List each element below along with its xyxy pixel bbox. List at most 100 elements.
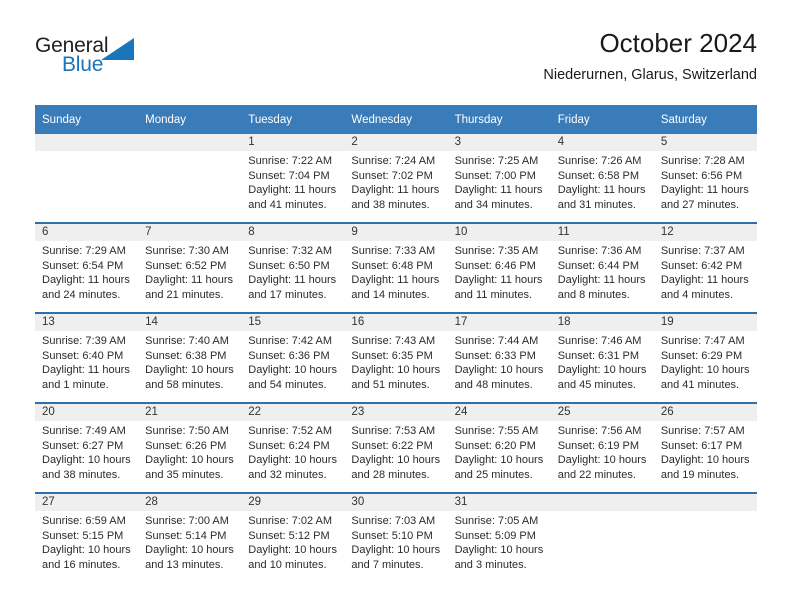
day-cell-inner: 13 Sunrise: 7:39 AM Sunset: 6:40 PM Dayligh… [35,314,139,402]
sunset-text: Sunset: 6:58 PM [557,169,640,182]
sunset-text: Sunset: 5:15 PM [42,529,124,542]
day-number: 8 [241,224,345,241]
daylight-text-line1: Daylight: 10 hours [248,364,337,377]
day-number: 24 [447,404,551,421]
day-cell-inner: 4 Sunrise: 7:26 AM Sunset: 6:58 PM Daylight… [550,134,654,222]
calendar-day-cell[interactable]: 2 Sunrise: 7:24 AM Sunset: 7:02 PM Daylight… [344,134,448,223]
sunset-text: Sunset: 5:10 PM [351,529,433,542]
daylight-text-line2: and 3 minutes. [454,558,527,571]
calendar-day-cell[interactable]: 4 Sunrise: 7:26 AM Sunset: 6:58 PM Daylight… [550,134,654,223]
day-number: 3 [447,134,551,151]
calendar-day-cell[interactable]: 7 Sunrise: 7:30 AM Sunset: 6:52 PM Daylight… [138,222,242,313]
day-cell-inner: 12 Sunrise: 7:37 AM Sunset: 6:42 PM Dayligh… [653,224,757,312]
day-number: 27 [35,494,139,511]
calendar-day-cell[interactable]: 31 Sunrise: 7:05 AM Sunset: 5:09 PM Dayligh… [447,492,551,582]
calendar-cell-empty [138,134,242,223]
sunrise-sunset-calendar: Sunday Monday Tuesday Wednesday Thursday… [35,105,757,582]
day-number: 15 [241,314,345,331]
calendar-day-cell[interactable]: 16 Sunrise: 7:43 AM Sunset: 6:35 PM Dayligh… [344,312,448,403]
weekday-header-wednesday: Wednesday [344,105,448,134]
calendar-day-cell[interactable]: 10 Sunrise: 7:35 AM Sunset: 6:46 PM Dayligh… [447,222,551,313]
daylight-text-line1: Daylight: 10 hours [42,454,131,467]
sunset-text: Sunset: 6:19 PM [557,439,640,452]
day-cell-inner: 23 Sunrise: 7:53 AM Sunset: 6:22 PM Dayligh… [344,404,448,492]
day-cell-inner: 30 Sunrise: 7:03 AM Sunset: 5:10 PM Dayligh… [344,494,448,582]
calendar-day-cell[interactable]: 3 Sunrise: 7:25 AM Sunset: 7:00 PM Daylight… [447,134,551,223]
day-number: 4 [550,134,654,151]
calendar-day-cell[interactable]: 30 Sunrise: 7:03 AM Sunset: 5:10 PM Dayligh… [344,492,448,582]
calendar-day-cell[interactable]: 14 Sunrise: 7:40 AM Sunset: 6:38 PM Dayligh… [138,312,242,403]
day-details: Sunrise: 7:36 AM Sunset: 6:44 PM Daylight:… [551,241,654,302]
daylight-text-line2: and 11 minutes. [454,288,533,301]
sunset-text: Sunset: 6:42 PM [660,259,743,272]
daylight-text-line2: and 41 minutes. [660,378,740,391]
day-details: Sunrise: 7:26 AM Sunset: 6:58 PM Daylight:… [551,151,654,212]
day-details: Sunrise: 7:00 AM Sunset: 5:14 PM Daylight:… [138,511,241,572]
calendar-day-cell[interactable]: 5 Sunrise: 7:28 AM Sunset: 6:56 PM Daylight… [653,134,757,223]
calendar-day-cell[interactable]: 19 Sunrise: 7:47 AM Sunset: 6:29 PM Dayligh… [653,312,757,403]
calendar-day-cell[interactable]: 23 Sunrise: 7:53 AM Sunset: 6:22 PM Dayligh… [344,402,448,493]
day-details: Sunrise: 7:39 AM Sunset: 6:40 PM Daylight:… [35,331,138,392]
calendar-day-cell[interactable]: 15 Sunrise: 7:42 AM Sunset: 6:36 PM Dayligh… [241,312,345,403]
calendar-day-cell[interactable]: 25 Sunrise: 7:56 AM Sunset: 6:19 PM Dayligh… [550,402,654,493]
calendar-day-cell[interactable]: 22 Sunrise: 7:52 AM Sunset: 6:24 PM Dayligh… [241,402,345,493]
day-details: Sunrise: 7:33 AM Sunset: 6:48 PM Daylight:… [344,241,447,302]
sunset-text: Sunset: 6:29 PM [660,349,743,362]
calendar-day-cell[interactable]: 28 Sunrise: 7:00 AM Sunset: 5:14 PM Dayligh… [138,492,242,582]
sunrise-text: Sunrise: 7:05 AM [454,515,539,527]
calendar-day-cell[interactable]: 8 Sunrise: 7:32 AM Sunset: 6:50 PM Daylight… [241,222,345,313]
day-number: 17 [447,314,551,331]
calendar-day-cell[interactable]: 1 Sunrise: 7:22 AM Sunset: 7:04 PM Daylight… [241,134,345,223]
weekday-header-monday: Monday [138,105,242,134]
calendar-day-cell[interactable]: 13 Sunrise: 7:39 AM Sunset: 6:40 PM Dayligh… [35,312,139,403]
weekday-header-friday: Friday [550,105,654,134]
sunset-text: Sunset: 7:02 PM [351,169,433,182]
page-title: October 2024 [599,28,757,58]
sunset-text: Sunset: 6:38 PM [145,349,227,362]
calendar-day-cell[interactable]: 11 Sunrise: 7:36 AM Sunset: 6:44 PM Dayligh… [550,222,654,313]
calendar-day-cell[interactable]: 20 Sunrise: 7:49 AM Sunset: 6:27 PM Dayligh… [35,402,139,493]
daylight-text-line1: Daylight: 11 hours [351,274,440,287]
sunset-text: Sunset: 6:52 PM [145,259,227,272]
calendar-day-cell[interactable]: 21 Sunrise: 7:50 AM Sunset: 6:26 PM Dayligh… [138,402,242,493]
sunrise-text: Sunrise: 7:49 AM [42,425,126,437]
calendar-week-row: 1 Sunrise: 7:22 AM Sunset: 7:04 PM Daylight… [35,134,757,223]
daylight-text-line2: and 24 minutes. [42,288,121,301]
sunrise-text: Sunrise: 7:43 AM [351,335,436,347]
day-details: Sunrise: 7:37 AM Sunset: 6:42 PM Daylight:… [654,241,757,302]
calendar-day-cell[interactable]: 29 Sunrise: 7:02 AM Sunset: 5:12 PM Dayligh… [241,492,345,582]
day-cell-inner: 9 Sunrise: 7:33 AM Sunset: 6:48 PM Daylight… [344,224,448,312]
day-cell-inner: 3 Sunrise: 7:25 AM Sunset: 7:00 PM Daylight… [447,134,551,222]
daylight-text-line2: and 8 minutes. [557,288,630,301]
daylight-text-line1: Daylight: 10 hours [454,544,544,557]
day-cell-inner: 2 Sunrise: 7:24 AM Sunset: 7:02 PM Daylight… [344,134,448,222]
calendar-day-cell[interactable]: 18 Sunrise: 7:46 AM Sunset: 6:31 PM Dayligh… [550,312,654,403]
sunset-text: Sunset: 6:40 PM [42,349,124,362]
calendar-day-cell[interactable]: 26 Sunrise: 7:57 AM Sunset: 6:17 PM Dayligh… [653,402,757,493]
day-number: 7 [138,224,242,241]
calendar-day-cell[interactable]: 24 Sunrise: 7:55 AM Sunset: 6:20 PM Dayligh… [447,402,551,493]
sunset-text: Sunset: 6:17 PM [660,439,743,452]
daylight-text-line2: and 17 minutes. [248,288,327,301]
daylight-text-line1: Daylight: 11 hours [248,274,337,287]
calendar-cell-empty [653,492,757,582]
sunrise-text: Sunrise: 7:32 AM [248,245,333,257]
day-details: Sunrise: 7:29 AM Sunset: 6:54 PM Daylight:… [35,241,138,302]
day-cell-inner: 15 Sunrise: 7:42 AM Sunset: 6:36 PM Dayligh… [241,314,345,402]
calendar-day-cell[interactable]: 17 Sunrise: 7:44 AM Sunset: 6:33 PM Dayligh… [447,312,551,403]
day-number: 6 [35,224,139,241]
day-number: 23 [344,404,448,421]
sunset-text: Sunset: 6:31 PM [557,349,640,362]
daylight-text-line1: Daylight: 11 hours [145,274,233,287]
calendar-day-cell[interactable]: 12 Sunrise: 7:37 AM Sunset: 6:42 PM Dayligh… [653,222,757,313]
daylight-text-line1: Daylight: 10 hours [145,364,234,377]
sunrise-text: Sunrise: 7:52 AM [248,425,333,437]
sunrise-text: Sunrise: 7:55 AM [454,425,539,437]
calendar-day-cell[interactable]: 9 Sunrise: 7:33 AM Sunset: 6:48 PM Daylight… [344,222,448,313]
day-cell-inner: 24 Sunrise: 7:55 AM Sunset: 6:20 PM Dayligh… [447,404,551,492]
day-details: Sunrise: 7:44 AM Sunset: 6:33 PM Daylight:… [448,331,551,392]
calendar-day-cell[interactable]: 27 Sunrise: 6:59 AM Sunset: 5:15 PM Dayligh… [35,492,139,582]
calendar-day-cell[interactable]: 6 Sunrise: 7:29 AM Sunset: 6:54 PM Daylight… [35,222,139,313]
sunrise-text: Sunrise: 7:28 AM [660,155,745,167]
day-number: 12 [653,224,757,241]
